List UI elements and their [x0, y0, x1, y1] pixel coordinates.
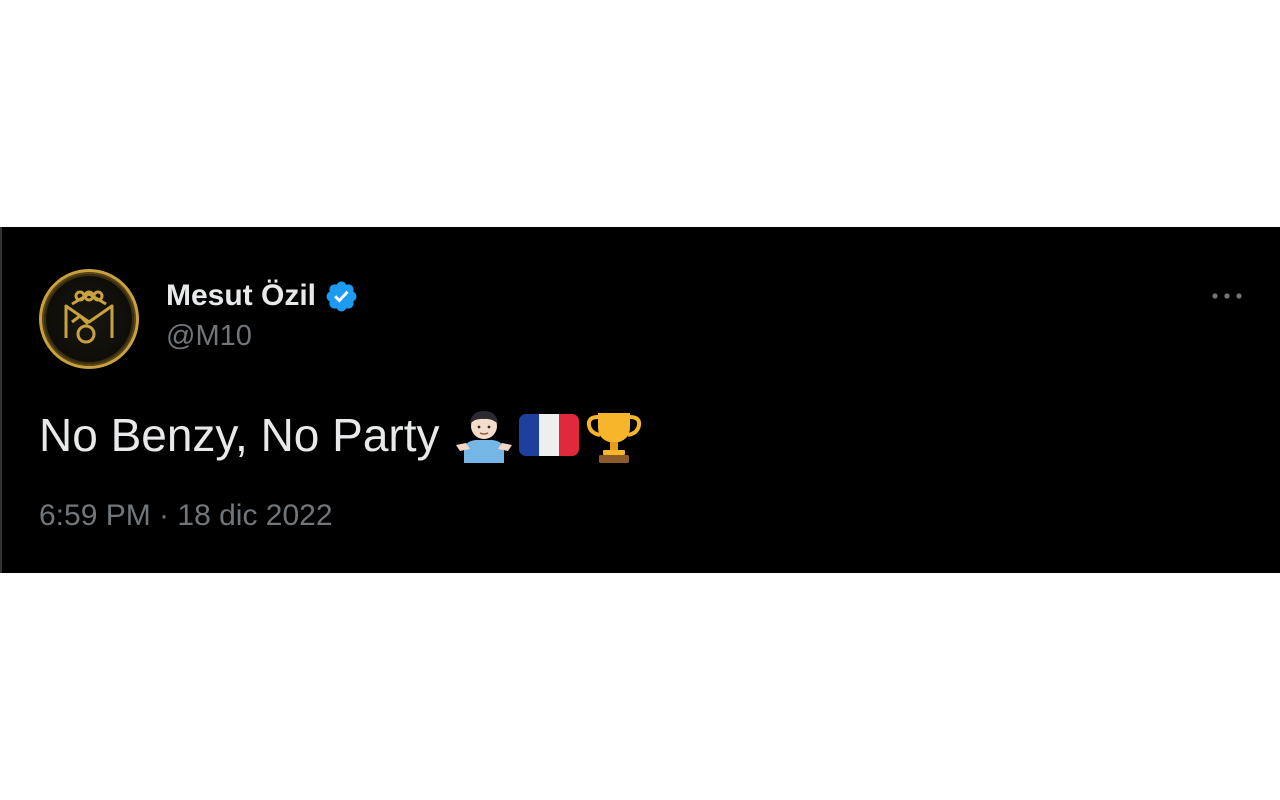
author-handle[interactable]: @M10	[166, 320, 252, 353]
trophy-emoji	[586, 413, 641, 463]
tweet-text: No Benzy, No Party	[39, 405, 644, 465]
france-flag-emoji	[518, 414, 579, 456]
avatar[interactable]	[39, 269, 139, 369]
person-shrugging-emoji	[455, 411, 512, 463]
tweet-timestamp[interactable]: 6:59 PM · 18 dic 2022	[39, 499, 333, 533]
verified-badge-icon	[324, 279, 359, 314]
author-display-name[interactable]: Mesut Özil	[166, 276, 359, 316]
m10-logo-icon	[44, 274, 134, 364]
more-options-icon	[1212, 293, 1242, 299]
tweet-card[interactable]: Mesut Özil @M10 No Benzy, No Party 6:59 …	[0, 227, 1280, 573]
more-options-button[interactable]	[1202, 279, 1252, 313]
tweet-text-content: No Benzy, No Party	[39, 409, 440, 461]
tweet-emojis	[454, 405, 644, 465]
author-name-text: Mesut Özil	[166, 279, 317, 312]
